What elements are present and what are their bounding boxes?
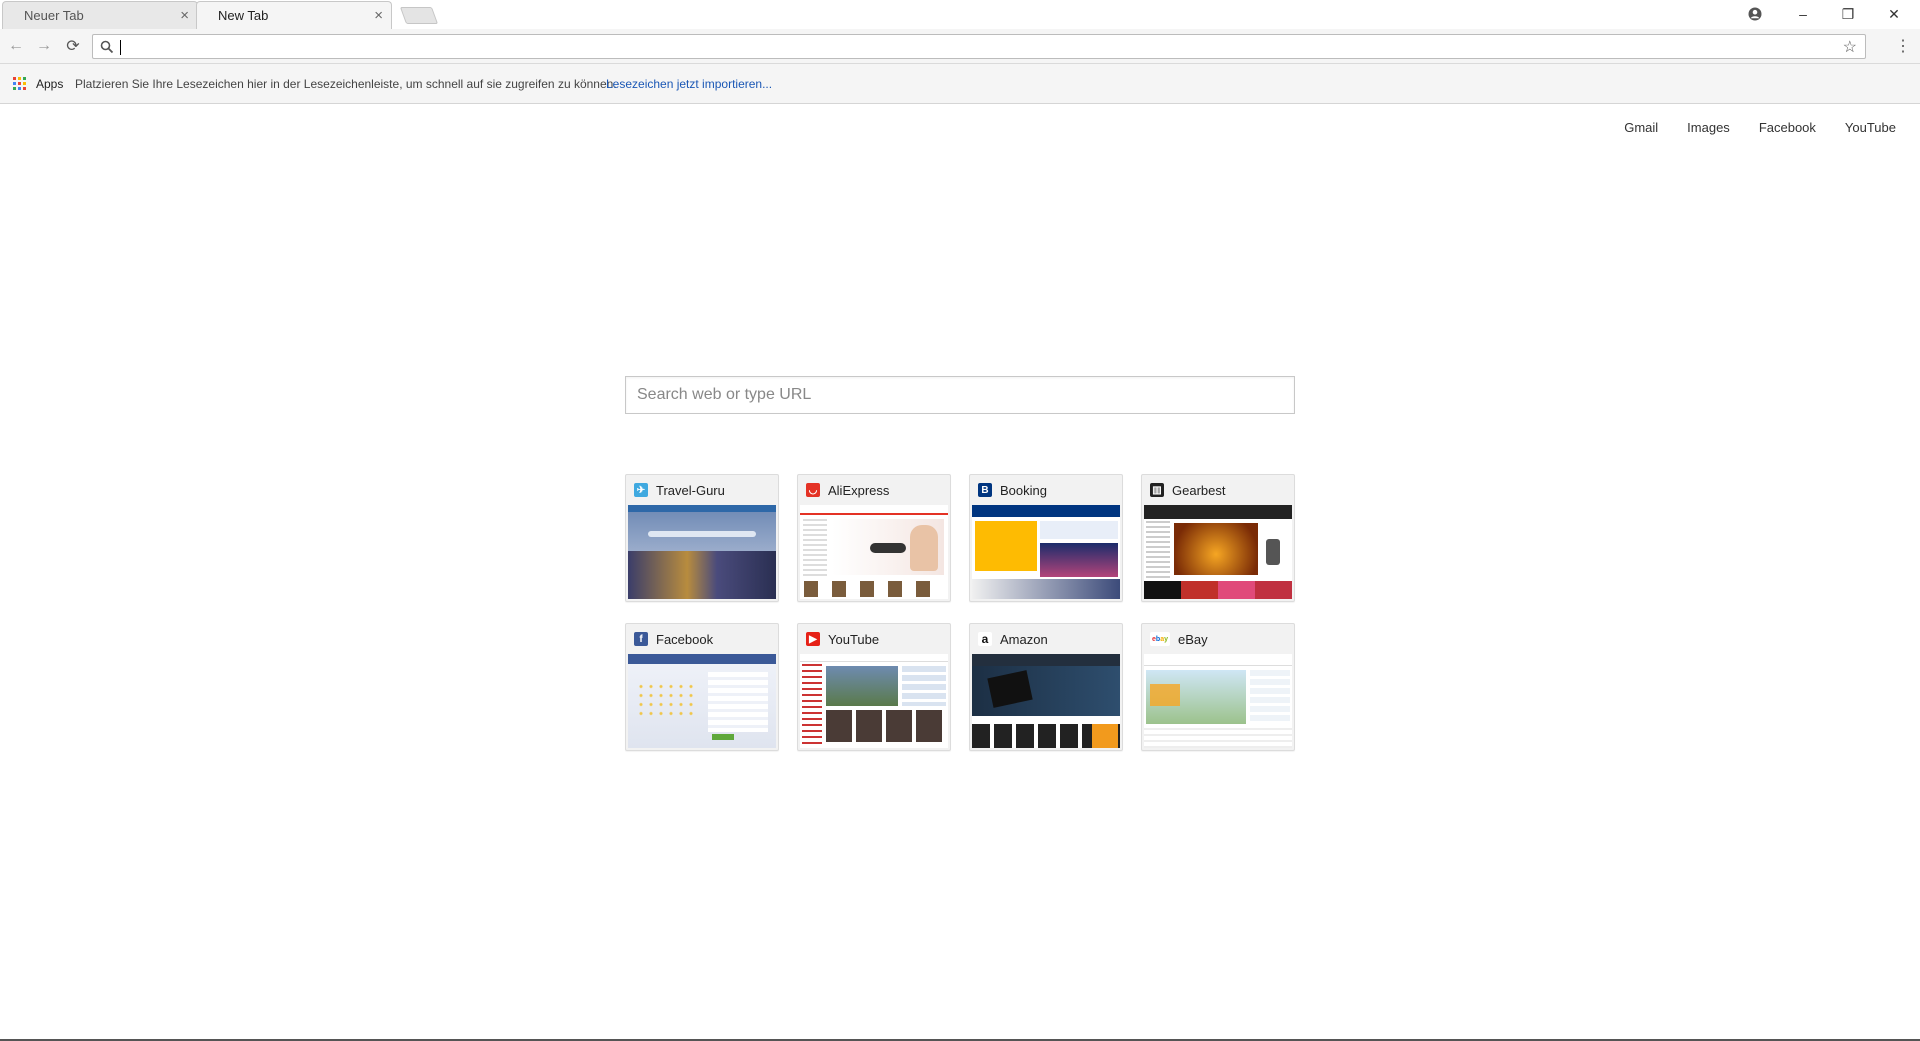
tile-title: Booking xyxy=(1000,482,1047,498)
text-caret xyxy=(120,40,121,55)
back-arrow-icon: ← xyxy=(8,37,24,54)
new-tab-button[interactable] xyxy=(399,7,439,24)
tile-header: ◡ AliExpress xyxy=(798,475,950,505)
apps-grid-dot xyxy=(23,82,26,85)
travel-guru-favicon-icon: ✈ xyxy=(634,483,648,497)
tile-title: Amazon xyxy=(1000,631,1048,647)
restore-icon: ❐ xyxy=(1841,5,1855,22)
apps-grid-dot xyxy=(18,87,21,90)
apps-grid-icon[interactable] xyxy=(13,77,26,90)
omnibox-input[interactable] xyxy=(119,37,1819,56)
omnibox[interactable]: ☆ xyxy=(92,34,1866,59)
ntp-search-box[interactable] xyxy=(625,376,1295,414)
tile-header: ▶ YouTube xyxy=(798,624,950,654)
tab-neuer-tab[interactable]: Neuer Tab × xyxy=(2,1,198,29)
more-vertical-icon: ⋮ xyxy=(1895,38,1911,55)
apps-grid-dot xyxy=(23,77,26,80)
profile-icon xyxy=(1748,7,1762,21)
apps-grid-dot xyxy=(13,82,16,85)
reload-button[interactable]: ⟳ xyxy=(61,34,85,58)
tile-thumbnail xyxy=(800,505,948,599)
tile-thumbnail xyxy=(800,654,948,748)
reload-icon: ⟳ xyxy=(66,38,80,55)
tile-thumbnail xyxy=(1144,654,1292,748)
tile-header: ▥ Gearbest xyxy=(1142,475,1294,505)
most-visited-tiles: ✈ Travel-Guru ◡ AliExpress B Booking ▥ G… xyxy=(625,474,1295,751)
tile-thumbnail xyxy=(1144,505,1292,599)
youtube-favicon-icon: ▶ xyxy=(806,632,820,646)
tile-header: ebay eBay xyxy=(1142,624,1294,654)
ntp-search-input[interactable] xyxy=(626,377,1294,413)
tile-title: YouTube xyxy=(828,631,880,647)
tile-youtube[interactable]: ▶ YouTube xyxy=(797,623,951,751)
tile-thumbnail xyxy=(628,654,776,748)
forward-arrow-icon: → xyxy=(36,37,52,54)
minimize-icon: – xyxy=(1799,6,1807,22)
search-icon xyxy=(100,40,114,54)
apps-grid-dot xyxy=(18,77,21,80)
tile-title: eBay xyxy=(1178,631,1208,647)
booking-favicon-icon: B xyxy=(978,483,992,497)
tile-booking[interactable]: B Booking xyxy=(969,474,1123,602)
tab-strip: Neuer Tab × New Tab × – ❐ ✕ xyxy=(0,0,1920,29)
facebook-link[interactable]: Facebook xyxy=(1759,120,1816,135)
ebay-favicon-icon: ebay xyxy=(1150,632,1170,646)
tab-title: Neuer Tab xyxy=(24,8,84,23)
tile-header: f Facebook xyxy=(626,624,778,654)
gmail-link[interactable]: Gmail xyxy=(1624,120,1658,135)
tile-title: AliExpress xyxy=(828,482,890,498)
profile-button[interactable] xyxy=(1733,0,1777,28)
toolbar: ← → ⟳ ☆ ⋮ xyxy=(0,29,1920,64)
tile-thumbnail xyxy=(972,654,1120,748)
tile-title: Travel-Guru xyxy=(656,482,725,498)
top-links: Gmail Images Facebook YouTube xyxy=(1624,120,1896,135)
bookmarks-hint: Platzieren Sie Ihre Lesezeichen hier in … xyxy=(75,77,617,91)
apps-grid-dot xyxy=(23,87,26,90)
apps-grid-dot xyxy=(13,87,16,90)
facebook-favicon-icon: f xyxy=(634,632,648,646)
import-bookmarks-link[interactable]: Lesezeichen jetzt importieren... xyxy=(606,77,772,91)
back-button[interactable]: ← xyxy=(4,34,28,58)
close-window-button[interactable]: ✕ xyxy=(1872,0,1916,28)
tile-facebook[interactable]: f Facebook xyxy=(625,623,779,751)
tile-header: B Booking xyxy=(970,475,1122,505)
minimize-button[interactable]: – xyxy=(1781,0,1825,28)
youtube-link[interactable]: YouTube xyxy=(1845,120,1896,135)
close-icon: ✕ xyxy=(1888,5,1900,22)
tile-amazon[interactable]: a Amazon xyxy=(969,623,1123,751)
tile-title: Gearbest xyxy=(1172,482,1226,498)
amazon-favicon-icon: a xyxy=(978,632,992,646)
tile-travel-guru[interactable]: ✈ Travel-Guru xyxy=(625,474,779,602)
apps-grid-dot xyxy=(13,77,16,80)
apps-grid-dot xyxy=(18,82,21,85)
tile-header: a Amazon xyxy=(970,624,1122,654)
tile-thumbnail xyxy=(972,505,1120,599)
aliexpress-favicon-icon: ◡ xyxy=(806,483,820,497)
tile-gearbest[interactable]: ▥ Gearbest xyxy=(1141,474,1295,602)
tile-aliexpress[interactable]: ◡ AliExpress xyxy=(797,474,951,602)
apps-link[interactable]: Apps xyxy=(36,77,63,91)
gearbest-favicon-icon: ▥ xyxy=(1150,483,1164,497)
restore-button[interactable]: ❐ xyxy=(1826,0,1870,28)
bookmarks-bar: Apps Platzieren Sie Ihre Lesezeichen hie… xyxy=(0,64,1920,104)
tile-header: ✈ Travel-Guru xyxy=(626,475,778,505)
tab-title: New Tab xyxy=(218,8,269,23)
tab-close-icon[interactable]: × xyxy=(180,2,189,29)
forward-button[interactable]: → xyxy=(32,34,56,58)
star-icon[interactable]: ☆ xyxy=(1843,37,1857,57)
tile-ebay[interactable]: ebay eBay xyxy=(1141,623,1295,751)
images-link[interactable]: Images xyxy=(1687,120,1730,135)
tile-thumbnail xyxy=(628,505,776,599)
tab-close-icon[interactable]: × xyxy=(374,2,383,29)
tab-new-tab[interactable]: New Tab × xyxy=(196,1,392,29)
tile-title: Facebook xyxy=(656,631,714,647)
browser-menu-button[interactable]: ⋮ xyxy=(1894,34,1912,58)
